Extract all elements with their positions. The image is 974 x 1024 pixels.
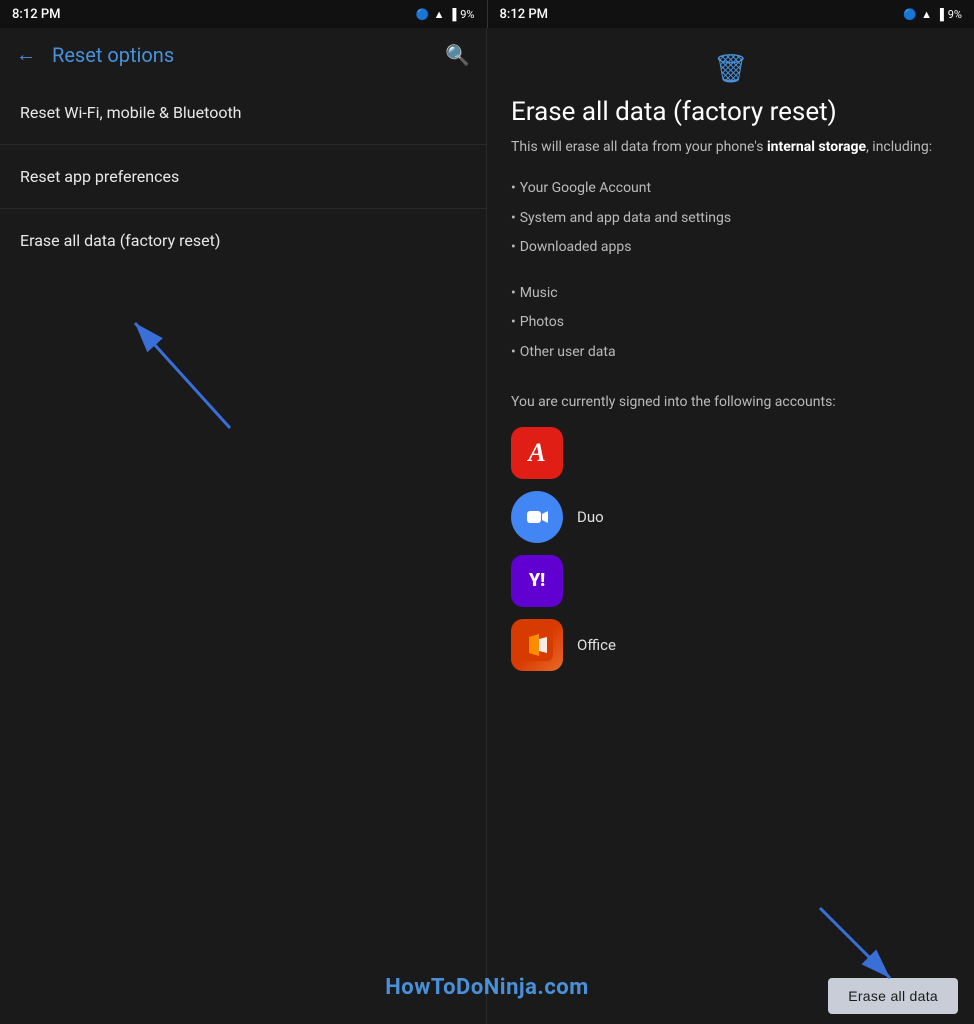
erase-title: Erase all data (factory reset): [511, 97, 950, 127]
bullet-system: System and app data and settings: [511, 204, 950, 234]
bullet-photos: Photos: [511, 308, 950, 338]
main-content: ← Reset options 🔍 Reset Wi-Fi, mobile & …: [0, 28, 974, 1024]
search-button[interactable]: 🔍: [445, 43, 470, 67]
battery-left: 9%: [460, 8, 474, 21]
back-button[interactable]: ←: [16, 42, 36, 67]
secondary-bullets: Music Photos Other user data: [511, 279, 950, 368]
status-bar-right: 8:12 PM 🔵 ▲ ▐ 9%: [488, 0, 974, 28]
duo-label: Duo: [577, 508, 604, 526]
main-bullets: Your Google Account System and app data …: [511, 174, 950, 263]
menu-item-wifi[interactable]: Reset Wi-Fi, mobile & Bluetooth: [0, 81, 486, 145]
bluetooth-icon: 🔵: [416, 8, 430, 21]
bullet-userdata: Other user data: [511, 338, 950, 368]
wifi-icon: ▲: [434, 8, 445, 21]
office-icon: [511, 619, 563, 671]
account-yahoo: Y!: [511, 555, 950, 607]
account-office: Office: [511, 619, 950, 671]
page-title: Reset options: [52, 43, 429, 67]
trash-icon-container: 🗑: [511, 52, 950, 85]
erase-all-data-button[interactable]: Erase all data: [828, 978, 958, 1014]
menu-item-factory-reset[interactable]: Erase all data (factory reset): [0, 209, 486, 272]
status-icons-left: 🔵 ▲ ▐ 9%: [416, 8, 475, 21]
duo-icon: [511, 491, 563, 543]
adobe-icon: A: [511, 427, 563, 479]
signal-icon-r: ▐: [936, 8, 944, 21]
bullet-music: Music: [511, 279, 950, 309]
account-adobe: A: [511, 427, 950, 479]
account-duo: Duo: [511, 491, 950, 543]
bullet-google: Your Google Account: [511, 174, 950, 204]
bullet-apps: Downloaded apps: [511, 233, 950, 263]
time-right: 8:12 PM: [500, 7, 549, 22]
status-bar: 8:12 PM 🔵 ▲ ▐ 9% 8:12 PM 🔵 ▲ ▐ 9%: [0, 0, 974, 28]
wifi-icon-r: ▲: [921, 8, 932, 21]
status-icons-right: 🔵 ▲ ▐ 9%: [903, 8, 962, 21]
top-bar: ← Reset options 🔍: [0, 28, 486, 81]
signal-icon: ▐: [448, 8, 456, 21]
right-panel: 🗑 Erase all data (factory reset) This wi…: [487, 28, 974, 1024]
left-panel: ← Reset options 🔍 Reset Wi-Fi, mobile & …: [0, 28, 487, 1024]
office-label: Office: [577, 636, 616, 654]
time-left: 8:12 PM: [12, 7, 61, 22]
status-bar-left: 8:12 PM 🔵 ▲ ▐ 9%: [0, 0, 488, 28]
yahoo-icon: Y!: [511, 555, 563, 607]
battery-right: 9%: [948, 8, 962, 21]
bluetooth-icon-r: 🔵: [903, 8, 917, 21]
trash-icon: 🗑: [713, 52, 749, 85]
erase-description: This will erase all data from your phone…: [511, 137, 950, 158]
menu-item-app-prefs[interactable]: Reset app preferences: [0, 145, 486, 209]
accounts-text: You are currently signed into the follow…: [511, 392, 950, 413]
watermark: HowToDoNinja.com: [385, 975, 589, 1000]
